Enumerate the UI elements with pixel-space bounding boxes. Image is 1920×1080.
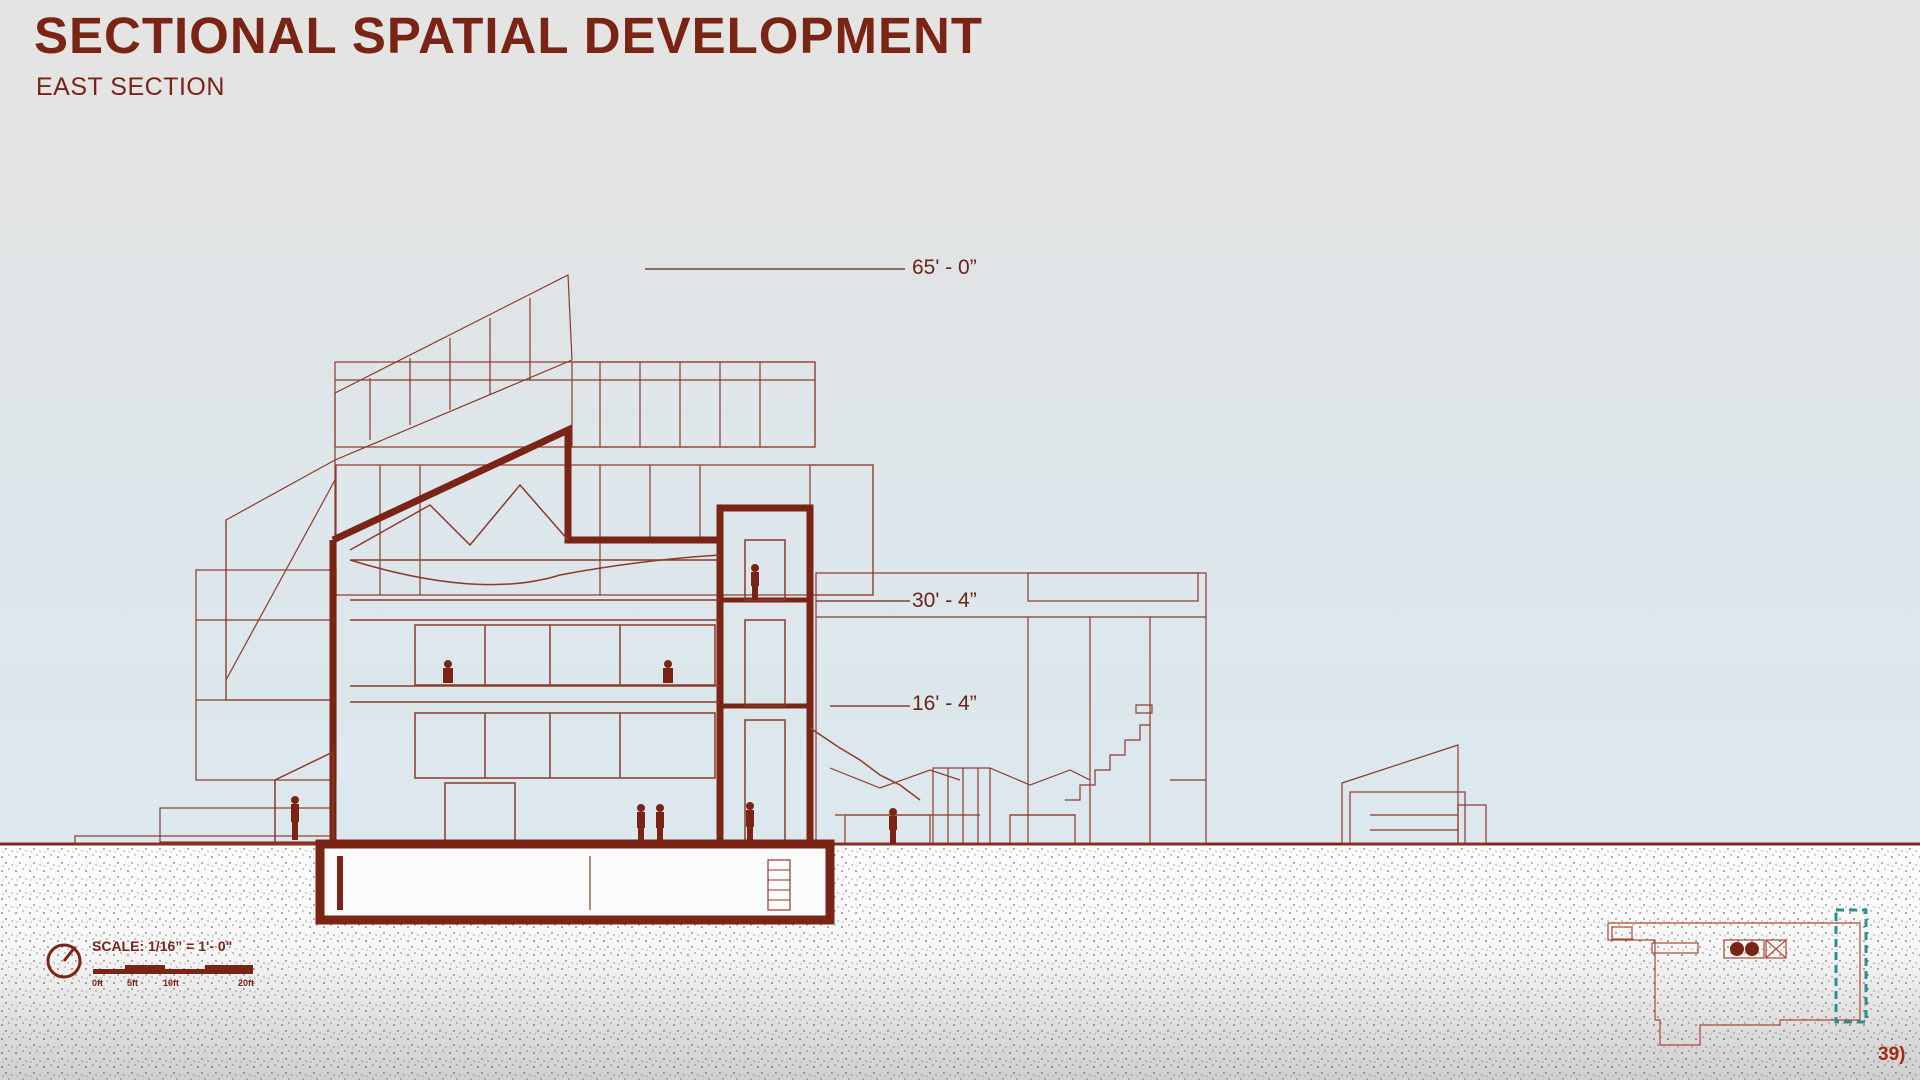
person-figure — [751, 564, 759, 600]
scale-tick-label: 10ft — [163, 978, 180, 988]
person-figure — [637, 804, 645, 844]
scale-label: SCALE: 1/16” = 1'- 0" — [92, 938, 233, 954]
scale-tick-label: 5ft — [127, 978, 138, 988]
page-subtitle: EAST SECTION — [36, 73, 225, 101]
level-leaders — [645, 268, 910, 707]
basement — [315, 839, 835, 925]
earth-hatch — [0, 846, 1920, 1080]
section-drawing — [0, 268, 1920, 1080]
background-elevation — [74, 274, 1487, 845]
page-title: SECTIONAL SPATIAL DEVELOPMENT — [34, 7, 983, 64]
section-cut — [329, 424, 814, 848]
level-label-30ft: 30' - 4” — [912, 589, 977, 612]
level-label-65ft: 65' - 0” — [912, 256, 977, 279]
floor-slabs — [720, 597, 810, 709]
person-figure — [443, 660, 453, 683]
person-figure — [746, 802, 754, 844]
level-label-16ft: 16' - 4” — [912, 692, 977, 715]
page-number: 39) — [1878, 1044, 1906, 1065]
scale-tick-label: 20ft — [238, 978, 255, 988]
person-figure — [291, 796, 299, 840]
person-figure — [656, 804, 664, 844]
person-figure — [663, 660, 673, 683]
scale-tick-label: 0ft — [92, 978, 103, 988]
person-figure — [889, 808, 897, 844]
